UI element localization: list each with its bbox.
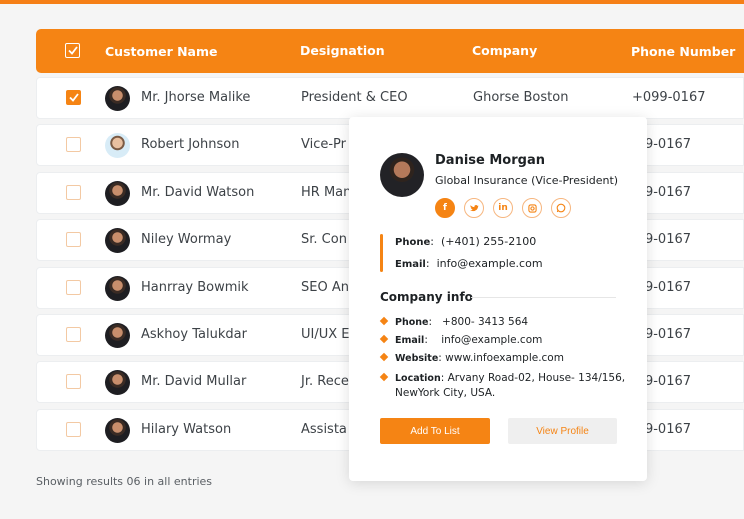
designation-cell: Jr. Rece <box>301 374 349 390</box>
customer-name-cell: Niley Wormay <box>141 232 232 248</box>
bullet-icon <box>379 372 389 382</box>
customer-name-cell: Hanrray Bowmik <box>141 279 249 295</box>
avatar <box>105 417 130 443</box>
customer-name-cell: Mr. David Mullar <box>141 374 247 390</box>
twitter-icon[interactable] <box>464 198 484 218</box>
phone-cell: +099-0167 <box>632 90 706 105</box>
contact-profile-card: Danise Morgan Global Insurance (Vice-Pre… <box>349 117 647 481</box>
company-location-line2: NewYork City, USA. <box>395 387 496 399</box>
profile-company: Global Insurance <box>435 174 528 187</box>
column-header-designation[interactable]: Designation <box>300 43 385 58</box>
profile-email-row: Email: info@example.com <box>395 257 543 270</box>
company-info-heading: Company info <box>380 290 473 304</box>
row-checkbox[interactable] <box>66 374 81 390</box>
avatar <box>105 323 130 348</box>
bullet-icon <box>379 334 389 344</box>
designation-cell: SEO An <box>301 279 349 295</box>
column-header-customer-name[interactable]: Customer Name <box>105 44 218 59</box>
company-website[interactable]: www.infoexample.com <box>445 352 564 364</box>
table-header: Customer Name Designation Company Phone … <box>36 29 744 73</box>
row-checkbox[interactable] <box>66 184 81 200</box>
customer-name-cell: Robert Johnson <box>141 137 240 153</box>
facebook-icon[interactable]: f <box>435 198 455 218</box>
customer-name-cell: Mr. Jhorse Malike <box>141 90 251 105</box>
designation-cell: Assista <box>301 421 347 437</box>
avatar <box>105 133 130 159</box>
customer-name-cell: Hilary Watson <box>141 421 232 437</box>
bullet-icon <box>379 316 389 326</box>
linkedin-icon[interactable]: in <box>493 198 513 218</box>
table-row[interactable]: Mr. Jhorse Malike President & CEO Ghorse B… <box>36 77 744 119</box>
avatar <box>105 228 130 254</box>
check-icon <box>67 46 78 55</box>
customer-name-cell: Mr. David Watson <box>141 184 255 200</box>
view-profile-button[interactable]: View Profile <box>508 418 617 444</box>
company-location-line1: Arvany Road-02, House- 134/156, <box>447 372 626 384</box>
profile-email[interactable]: info@example.com <box>437 257 543 270</box>
row-checkbox[interactable] <box>66 279 81 295</box>
profile-name: Danise Morgan <box>435 153 545 168</box>
designation-cell: Sr. Con <box>301 232 347 248</box>
avatar <box>105 86 130 111</box>
social-links: f in <box>435 198 571 218</box>
profile-phone: (+401) 255-2100 <box>440 235 537 248</box>
profile-title: Global Insurance (Vice-President) <box>435 174 618 187</box>
profile-phone-row: Phone: (+401) 255-2100 <box>395 235 537 248</box>
profile-avatar <box>380 153 424 197</box>
column-header-company[interactable]: Company <box>472 43 537 58</box>
add-to-list-button[interactable]: Add To List <box>380 418 490 444</box>
company-phone: +800- 3413 564 <box>442 316 529 328</box>
avatar <box>105 275 130 301</box>
row-checkbox[interactable] <box>66 90 81 105</box>
results-summary: Showing results 06 in all entries <box>36 475 213 488</box>
designation-cell: Vice-Pr <box>301 137 347 153</box>
company-cell: Ghorse Boston <box>473 90 569 105</box>
designation-cell: HR Man <box>301 184 352 200</box>
row-checkbox[interactable] <box>66 421 81 437</box>
row-checkbox[interactable] <box>66 327 81 342</box>
contact-accent-bar <box>380 234 383 272</box>
profile-role: (Vice-President) <box>531 174 619 187</box>
top-accent-strip <box>0 0 744 4</box>
divider <box>471 297 616 298</box>
row-checkbox[interactable] <box>66 137 81 153</box>
row-checkbox[interactable] <box>66 232 81 248</box>
check-icon <box>68 93 79 102</box>
whatsapp-icon[interactable] <box>551 198 571 218</box>
column-header-phone-number[interactable]: Phone Number <box>631 44 735 59</box>
instagram-icon[interactable] <box>522 198 542 218</box>
select-all-checkbox[interactable] <box>65 43 80 58</box>
company-email[interactable]: info@example.com <box>441 334 542 346</box>
customer-name-cell: Askhoy Talukdar <box>141 327 247 342</box>
designation-cell: UI/UX E <box>301 327 350 342</box>
designation-cell: President & CEO <box>301 90 408 105</box>
avatar <box>105 370 130 396</box>
bullet-icon <box>379 352 389 362</box>
avatar <box>105 180 130 206</box>
